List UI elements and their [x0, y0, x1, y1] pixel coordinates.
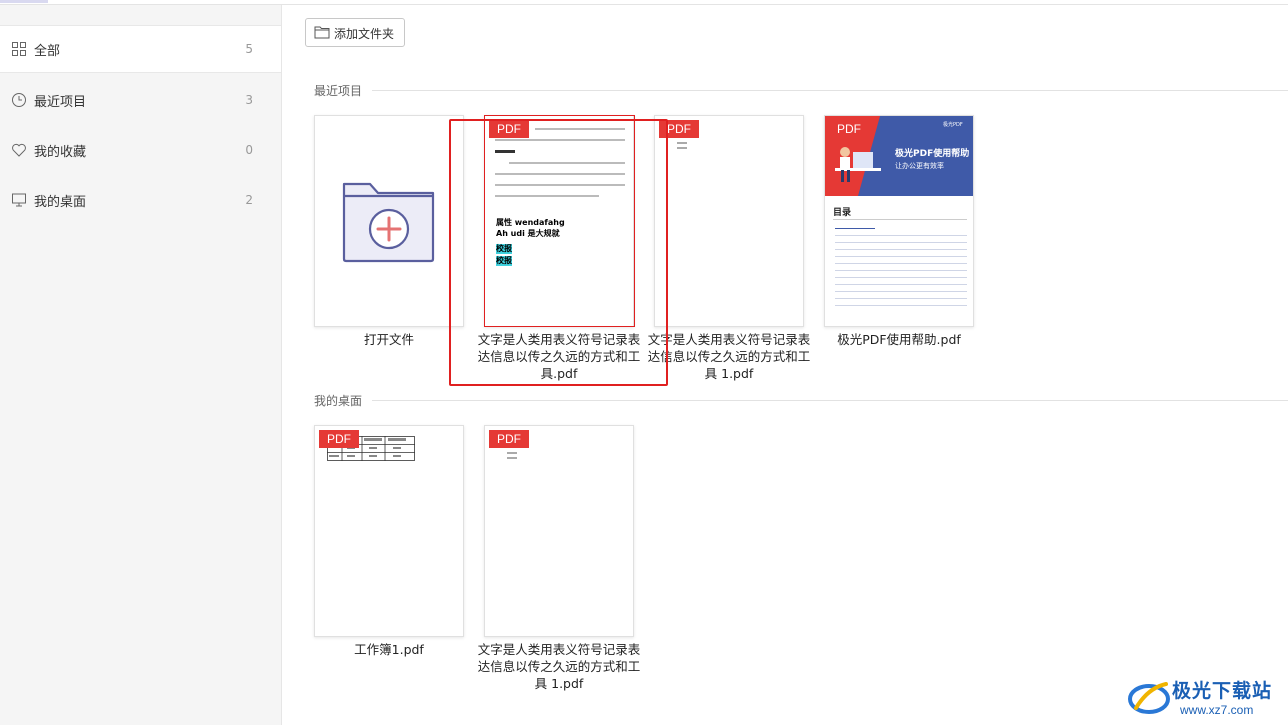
watermark-logo-icon [1128, 682, 1170, 714]
toc-line [835, 263, 967, 264]
file-card[interactable]: PDF 文字是人类用表义符号记录表达信息以传之久远的方式和工具 1.pdf [648, 115, 810, 385]
preview-text-line [677, 147, 687, 149]
sidebar-item-count: 5 [245, 42, 253, 56]
watermark-text: 极光下载站 [1172, 680, 1273, 702]
sidebar-item-desktop[interactable]: 我的桌面 2 [0, 176, 281, 224]
toc-line [835, 235, 967, 236]
toc-line [835, 256, 967, 257]
clock-icon [12, 93, 26, 107]
highlight-thumbnail-border [484, 115, 635, 327]
pdf-badge: PDF [319, 430, 359, 448]
toc-line [835, 298, 967, 299]
toc-line [835, 242, 967, 243]
toc-line [835, 249, 967, 250]
sidebar: 全部 5 最近项目 3 我的收藏 0 我的桌面 2 [0, 5, 282, 725]
preview-text-line [507, 457, 517, 459]
file-name[interactable]: 工作簿1.pdf [302, 641, 476, 658]
sidebar-item-label: 全部 [34, 43, 61, 59]
pdf-badge: PDF [489, 430, 529, 448]
pdf-badge: PDF [829, 120, 869, 138]
help-brand: 极光PDF [943, 122, 963, 128]
toc-line [835, 284, 967, 285]
sidebar-item-label: 我的桌面 [34, 194, 87, 210]
sidebar-item-label: 最近项目 [34, 94, 87, 110]
toc-line [835, 277, 967, 278]
site-watermark: 极光下载站 www.xz7.com [1120, 670, 1288, 725]
section-divider [372, 90, 1288, 91]
help-title: 极光PDF使用帮助 [895, 149, 970, 159]
folder-add-icon [342, 182, 435, 263]
monitor-icon [12, 193, 26, 207]
help-toc-title: 目录 [833, 208, 852, 218]
help-subtitle: 让办公更有效率 [895, 162, 944, 170]
file-card[interactable]: PDF 文字是人类用表义符号记录表达信息以传之久远的方式和工具 1.pdf [478, 425, 640, 695]
help-toc-lines [835, 228, 967, 312]
pdf-thumbnail[interactable]: PDF [314, 425, 464, 637]
toc-line [835, 228, 875, 229]
open-file-thumbnail[interactable] [314, 115, 464, 327]
heart-icon [12, 143, 26, 157]
section-title-recent: 最近项目 [314, 84, 363, 98]
toc-line [835, 291, 967, 292]
illustration-icon [835, 147, 881, 182]
add-folder-button[interactable]: 添加文件夹 [305, 18, 405, 47]
file-card[interactable]: 极光PDF 极光PDF使用帮助 让办公更有效率 目录 PDF 极光PDF使用帮助… [824, 115, 974, 365]
sidebar-item-count: 2 [245, 193, 253, 207]
section-divider [372, 400, 1288, 401]
pdf-thumbnail[interactable]: 极光PDF 极光PDF使用帮助 让办公更有效率 目录 PDF [824, 115, 974, 327]
sidebar-item-count: 3 [245, 93, 253, 107]
watermark-url: www.xz7.com [1180, 703, 1254, 717]
sidebar-item-label: 我的收藏 [34, 144, 87, 160]
file-card[interactable]: PDF 工作簿1.pdf [314, 425, 464, 675]
help-toc-divider [833, 219, 967, 220]
grid-icon [12, 42, 26, 56]
sidebar-item-recent[interactable]: 最近项目 3 [0, 76, 281, 124]
sidebar-item-count: 0 [245, 143, 253, 157]
top-accent-bar [0, 0, 48, 3]
sidebar-item-all[interactable]: 全部 5 [0, 25, 281, 73]
toc-line [835, 270, 967, 271]
sidebar-item-favorites[interactable]: 我的收藏 0 [0, 126, 281, 174]
toc-line [835, 305, 967, 306]
section-title-desktop: 我的桌面 [314, 394, 363, 408]
preview-text-line [507, 452, 517, 454]
file-name[interactable]: 极光PDF使用帮助.pdf [812, 331, 986, 348]
file-name[interactable]: 文字是人类用表义符号记录表达信息以传之久远的方式和工具 1.pdf [472, 641, 646, 692]
folder-icon [314, 26, 330, 39]
open-file-card[interactable]: 打开文件 [314, 115, 464, 365]
pdf-thumbnail[interactable]: PDF [654, 115, 804, 327]
file-name[interactable]: 文字是人类用表义符号记录表达信息以传之久远的方式和工具 1.pdf [642, 331, 816, 382]
preview-text-line [677, 142, 687, 144]
add-folder-label: 添加文件夹 [334, 27, 395, 41]
pdf-thumbnail[interactable]: PDF [484, 425, 634, 637]
